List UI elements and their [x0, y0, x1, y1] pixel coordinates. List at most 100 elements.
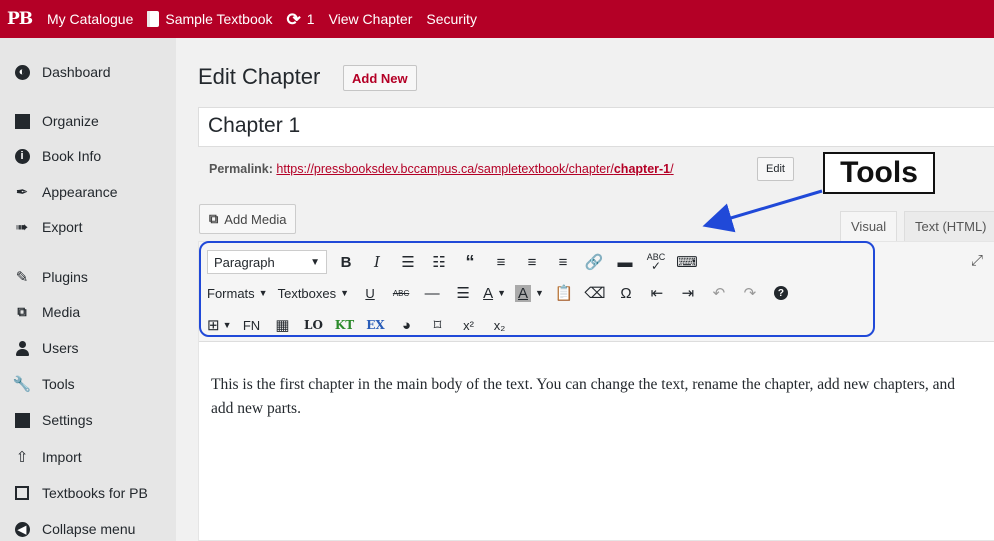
admin-sidebar: ◐ Dashboard Organize i Book Info ✒ Appea… — [0, 38, 176, 541]
strikethrough-icon[interactable]: ABC — [390, 281, 412, 305]
sidebar-item-import[interactable]: ⇧ Import — [0, 442, 176, 472]
text-color-button[interactable]: A ▼ — [483, 281, 506, 305]
security-link[interactable]: Security — [419, 0, 484, 38]
sidebar-item-label: Media — [42, 304, 81, 320]
sidebar-item-export[interactable]: ➠ Export — [0, 212, 176, 242]
wrench-icon: 🔧 — [12, 376, 32, 393]
toolbar-row-2: Formats ▼ Textboxes ▼ U ABC — ☰ A ▼ A ▼ 📋 ⌫ … — [207, 279, 801, 307]
chapter-body-text[interactable]: This is the first chapter in the main bo… — [211, 373, 981, 421]
exercises-button[interactable]: EX — [365, 313, 387, 337]
sidebar-item-textbooks-for-pb[interactable]: Textbooks for PB — [0, 478, 176, 508]
align-left-icon[interactable]: ≡ — [490, 250, 512, 274]
bookmark-icon[interactable]: ⌑ — [427, 313, 449, 337]
italic-button[interactable]: I — [366, 250, 388, 274]
sidebar-item-label: Textbooks for PB — [42, 485, 148, 501]
spellcheck-icon[interactable]: ABC ✓ — [645, 250, 667, 274]
permalink-label: Permalink: — [209, 162, 273, 176]
link-icon[interactable]: 🔗 — [583, 250, 605, 274]
chevron-down-icon: ▼ — [340, 288, 350, 298]
admin-bar: PB My Catalogue Sample Textbook ⟳ 1 View… — [0, 0, 994, 38]
underline-button[interactable]: U — [359, 281, 381, 305]
sidebar-item-plugins[interactable]: ✎ Plugins — [0, 262, 176, 292]
sidebar-item-book-info[interactable]: i Book Info — [0, 141, 176, 171]
annotation-arrow-icon — [702, 189, 823, 233]
my-catalogue-link[interactable]: My Catalogue — [40, 0, 140, 38]
updates-count: 1 — [306, 11, 315, 27]
add-new-button[interactable]: Add New — [343, 65, 417, 91]
editor: Paragraph ▼ B I ☰ ☷ “ ≡ ≡ ≡ 🔗 ▬ ABC ✓ ⌨ ⤢… — [198, 241, 994, 541]
dashboard-icon: ◐ — [13, 63, 31, 81]
bold-button[interactable]: B — [335, 250, 357, 274]
sidebar-item-label: Import — [42, 449, 82, 465]
textboxes-dropdown[interactable]: Textboxes ▼ — [278, 286, 349, 301]
formats-dropdown[interactable]: Formats ▼ — [207, 286, 268, 301]
sidebar-item-users[interactable]: Users — [0, 333, 176, 363]
keyboard-icon[interactable]: ⌨ — [676, 250, 698, 274]
sidebar-item-label: Export — [42, 219, 83, 235]
blockquote-icon[interactable]: “ — [459, 250, 481, 274]
read-more-icon[interactable]: ▬ — [614, 250, 636, 274]
updates-link[interactable]: ⟳ 1 — [280, 0, 322, 38]
import-icon: ⇧ — [15, 449, 29, 466]
sidebar-item-label: Plugins — [42, 269, 88, 285]
sidebar-item-organize[interactable]: Organize — [0, 106, 176, 136]
add-media-button[interactable]: ⧉ Add Media — [199, 204, 297, 234]
brush-icon: ✒ — [15, 184, 29, 201]
sidebar-item-label: Appearance — [42, 184, 118, 200]
chevron-down-icon: ▼ — [310, 256, 320, 268]
outdent-icon[interactable]: ⇤ — [646, 281, 668, 305]
editor-toolbar: Paragraph ▼ B I ☰ ☷ “ ≡ ≡ ≡ 🔗 ▬ ABC ✓ ⌨ ⤢… — [199, 242, 994, 342]
pressbooks-logo[interactable]: PB — [0, 0, 40, 38]
align-center-icon[interactable]: ≡ — [521, 250, 543, 274]
align-right-icon[interactable]: ≡ — [552, 250, 574, 274]
sidebar-item-tools[interactable]: 🔧 Tools — [0, 369, 176, 399]
sidebar-item-settings[interactable]: Settings — [0, 405, 176, 435]
view-chapter-link[interactable]: View Chapter — [322, 0, 420, 38]
info-icon: i — [13, 147, 31, 165]
permalink-link[interactable]: https://pressbooksdev.bccampus.ca/sample… — [276, 162, 673, 176]
numbered-list-icon[interactable]: ☷ — [428, 250, 450, 274]
sidebar-item-label: Collapse menu — [42, 521, 136, 537]
clear-formatting-icon[interactable]: ⌫ — [584, 281, 606, 305]
edit-permalink-button[interactable]: Edit — [757, 157, 794, 181]
sidebar-item-media[interactable]: ⧉ Media — [0, 297, 176, 327]
indent-icon[interactable]: ⇥ — [677, 281, 699, 305]
sidebar-item-label: Organize — [42, 113, 99, 129]
tab-text-html[interactable]: Text (HTML) — [904, 211, 994, 241]
subscript-icon[interactable]: x₂ — [489, 313, 511, 337]
justify-icon[interactable]: ☰ — [452, 281, 474, 305]
grid-icon[interactable]: ▦ — [272, 313, 294, 337]
special-character-icon[interactable]: Ω — [615, 281, 637, 305]
redo-icon[interactable]: ↷ — [739, 281, 761, 305]
users-icon — [13, 339, 31, 357]
paste-as-text-icon[interactable]: 📋 — [553, 281, 575, 305]
sidebar-item-dashboard[interactable]: ◐ Dashboard — [0, 57, 176, 87]
table-icon[interactable]: ⊞ ▼ — [207, 313, 232, 337]
help-icon[interactable]: ? — [770, 281, 792, 305]
key-takeaways-button[interactable]: KT — [334, 313, 356, 337]
toolbar-row-1: Paragraph ▼ B I ☰ ☷ “ ≡ ≡ ≡ 🔗 ▬ ABC ✓ ⌨ — [207, 248, 707, 276]
sidebar-item-appearance[interactable]: ✒ Appearance — [0, 177, 176, 207]
chapter-title-input[interactable]: Chapter 1 — [198, 107, 994, 147]
footnote-button[interactable]: FN — [241, 313, 263, 337]
horizontal-line-icon[interactable]: — — [421, 281, 443, 305]
sidebar-item-label: Dashboard — [42, 64, 111, 80]
paragraph-format-select[interactable]: Paragraph ▼ — [207, 250, 327, 274]
tab-visual[interactable]: Visual — [840, 211, 898, 241]
book-title-link[interactable]: Sample Textbook — [140, 0, 279, 38]
bullet-list-icon[interactable]: ☰ — [397, 250, 419, 274]
sidebar-collapse-menu[interactable]: ◀ Collapse menu — [0, 514, 176, 541]
glossary-icon[interactable]: ◕ — [396, 313, 418, 337]
chevron-down-icon: ▼ — [258, 288, 268, 298]
sync-icon: ⟳ — [286, 9, 301, 29]
fullscreen-icon[interactable]: ⤢ — [971, 252, 983, 269]
learning-objectives-button[interactable]: LO — [303, 313, 325, 337]
sidebar-item-label: Tools — [42, 376, 75, 392]
undo-icon[interactable]: ↶ — [708, 281, 730, 305]
superscript-icon[interactable]: x² — [458, 313, 480, 337]
collapse-icon: ◀ — [13, 520, 31, 538]
background-color-button[interactable]: A ▼ — [515, 281, 544, 305]
book-title-label: Sample Textbook — [165, 11, 273, 27]
book-icon — [13, 112, 31, 130]
sidebar-item-label: Users — [42, 340, 79, 356]
